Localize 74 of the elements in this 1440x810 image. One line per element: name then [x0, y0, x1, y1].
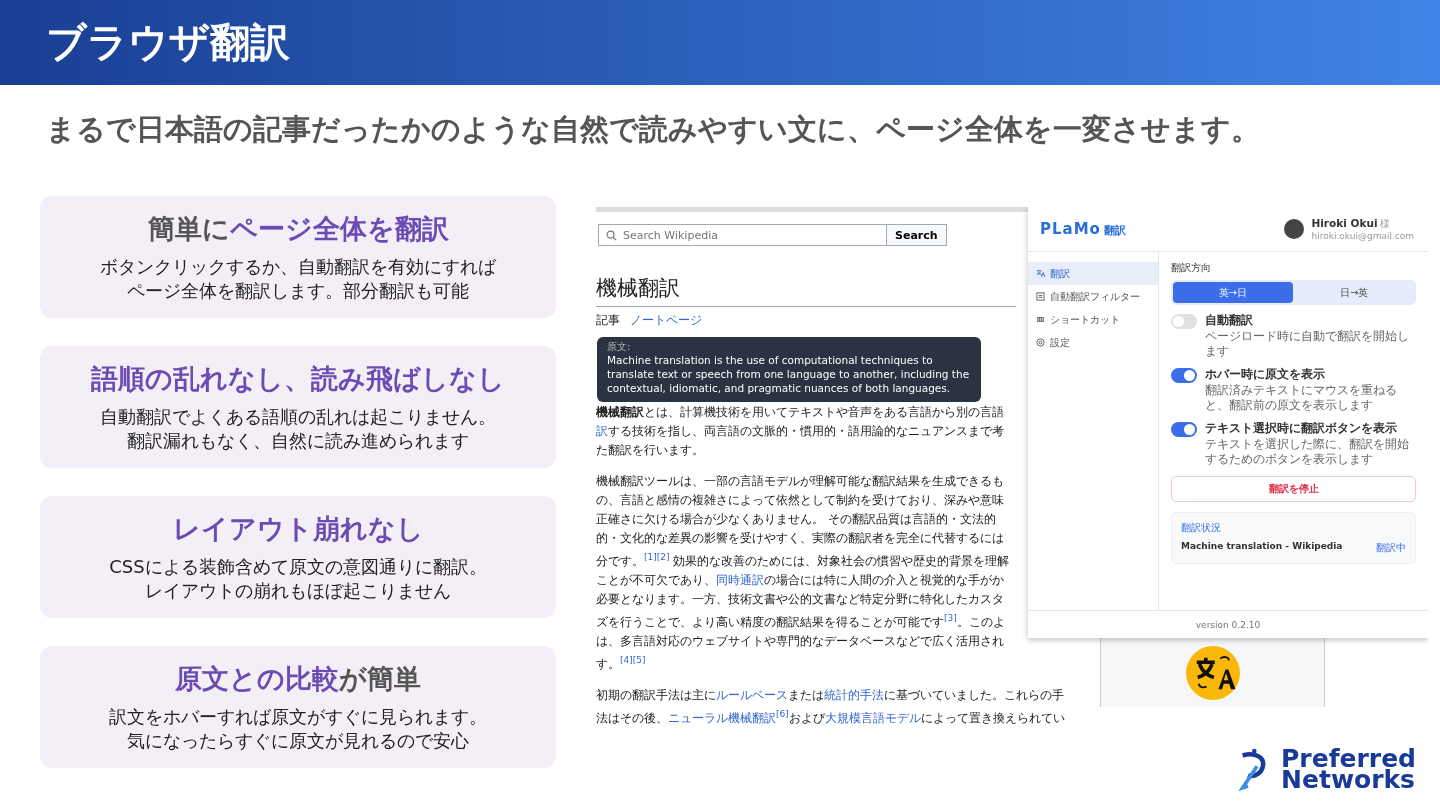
- article-heading: 機械翻訳: [596, 274, 1016, 307]
- article-link[interactable]: 統計的手法: [824, 688, 884, 702]
- section-label: 翻訳方向: [1171, 261, 1212, 275]
- article-text-line: た翻訳を行います。: [596, 442, 705, 459]
- honorific-text: 様: [1380, 217, 1391, 231]
- search-field[interactable]: Search Wikipedia: [598, 224, 887, 246]
- feature-title: が簡単: [339, 661, 421, 696]
- feature-title: レイアウト崩れなし: [172, 511, 424, 546]
- list-icon: [1036, 292, 1045, 301]
- toggle-label: ホバー時に原文を表示: [1205, 366, 1326, 383]
- sidebar-item[interactable]: 翻訳: [1028, 262, 1158, 285]
- direction-option[interactable]: 英→日: [1173, 282, 1293, 303]
- toggle-label: 自動翻訳: [1205, 312, 1254, 329]
- article-link[interactable]: 訳: [596, 424, 608, 438]
- article-text-line: す。$^{[4][5]}$: [596, 654, 647, 673]
- article-tab[interactable]: ノートページ: [630, 312, 702, 329]
- tooltip-text: Machine translation is the use of computational techniques to translate text or speech from one language to another, including the contextual, idiomatic, and pragmatic nuances of both languages.: [607, 353, 971, 396]
- sidebar-item[interactable]: 設定: [1028, 331, 1158, 354]
- toggle-switch[interactable]: [1171, 422, 1197, 437]
- reference-link[interactable]: [4][5]: [620, 655, 646, 665]
- toggle-description: ページロード時に自動で翻訳を開始します: [1205, 329, 1410, 359]
- article-link[interactable]: ルールベース: [716, 688, 788, 702]
- translate-icon: [1185, 645, 1240, 700]
- stop-translation-button[interactable]: 翻訳を停止: [1171, 476, 1416, 502]
- version-text: version 0.2.10: [1195, 619, 1261, 630]
- app-logo: PLaMo 翻訳: [1040, 220, 1126, 238]
- article-link[interactable]: 同時通訳: [716, 573, 764, 587]
- toggle-description: 翻訳済みテキストにマウスを重ねると、翻訳前の原文を表示します: [1205, 383, 1398, 413]
- user-email: hiroki.okui@gmail.com: [1311, 231, 1414, 241]
- article-text-line: 機械翻訳とは、計算機技術を用いてテキストや音声をある言語から別の言語: [596, 404, 1005, 421]
- sidebar-item[interactable]: ショートカット: [1028, 308, 1158, 331]
- article-text-line: の、言語と感情の複雑さによって依然として制約を受けており、深みや意味: [596, 492, 1005, 509]
- toggle-switch[interactable]: [1171, 368, 1197, 383]
- search-icon: [606, 230, 617, 241]
- keyboard-icon: [1036, 315, 1045, 324]
- search-button[interactable]: Search: [887, 224, 947, 246]
- reference-link[interactable]: [6]: [776, 709, 789, 719]
- tooltip-label: 原文:: [607, 341, 632, 353]
- sidebar-item[interactable]: 自動翻訳フィルター: [1028, 285, 1158, 308]
- brand-name: Preferred: [1281, 748, 1416, 769]
- page-title: Machine translation - Wikipedia: [1181, 541, 1343, 553]
- reference-link[interactable]: [3]: [944, 613, 957, 623]
- article-tab[interactable]: 記事: [596, 312, 620, 329]
- slide-title: ブラウザ翻訳: [46, 18, 290, 67]
- toggle-switch[interactable]: [1171, 314, 1197, 329]
- article-text-line: は、多言語対応のウェブサイトや専門的なデータベースなどで広く活用され: [596, 633, 1005, 650]
- article-link[interactable]: 大規模言語モデル: [824, 711, 921, 725]
- status-text: 翻訳中: [1376, 541, 1406, 555]
- translate-icon: [1036, 269, 1045, 278]
- feature-title: 簡単に: [147, 211, 230, 246]
- brand-name: Networks: [1281, 769, 1416, 790]
- user-name: Hiroki Okui: [1311, 217, 1378, 229]
- feature-title: 原文との比較: [175, 661, 339, 696]
- article-text-line: 法はその後、ニューラル機械翻訳$^{[6]}$および大規模言語モデルによって置き換えられてい: [596, 708, 1066, 725]
- feature-description: ボタンクリックするか、自動翻訳を有効にすれば ページ全体を翻訳します。部分翻訳も可能: [100, 254, 496, 303]
- direction-option[interactable]: 日→英: [1294, 282, 1414, 303]
- feature-title: ページ全体を翻訳: [229, 211, 449, 246]
- avatar-circle: [1284, 219, 1305, 239]
- article-text-line: 初期の翻訳手法は主にルールベース または統計的手法に基づいていました。これらの手: [596, 687, 1065, 704]
- toggle-description: テキストを選択した際に、翻訳を開始するためのボタンを表示します: [1205, 437, 1410, 467]
- feature-description: 訳文をホバーすれば原文がすぐに見られます。 気になったらすぐに原文が見れるので安心: [109, 704, 487, 753]
- feature-description: CSSによる装飾含めて原文の意図通りに翻訳。 レイアウトの崩れもほぼ起こりません: [109, 554, 487, 603]
- slide-subtitle: まるで日本語の記事だったかのような自然で読みやすい文に、ページ全体を一変させます。: [46, 111, 1261, 148]
- article-text-line: 的・文化的な差異の影響を受けやすく、実際の翻訳者を完全に代替するには: [596, 530, 1005, 547]
- article-text-line: 必要となります。一方、技術文書や公的文書など特定分野に特化したカスタ: [596, 591, 1005, 608]
- article-text-line: 機械翻訳ツールは、一部の言語モデルが理解可能な翻訳結果を生成できるも: [596, 473, 1005, 490]
- feature-description: 自動翻訳でよくある語順の乱れは起こりません。 翻訳漏れもなく、自然に読み進められます: [100, 404, 496, 453]
- gear-icon: [1036, 338, 1045, 347]
- toggle-label: テキスト選択時に翻訳ボタンを表示: [1205, 420, 1398, 437]
- feature-title: 語順の乱れなし、読み飛ばしなし: [91, 361, 505, 396]
- reference-link[interactable]: [1][2]: [644, 552, 670, 562]
- article-text-line: 正確さに欠ける場合が少なくありません。 その翻訳品質は言語的・文法的: [596, 511, 997, 528]
- article-link[interactable]: ニューラル機械翻訳: [668, 711, 776, 725]
- status-title: 翻訳状況: [1181, 521, 1222, 535]
